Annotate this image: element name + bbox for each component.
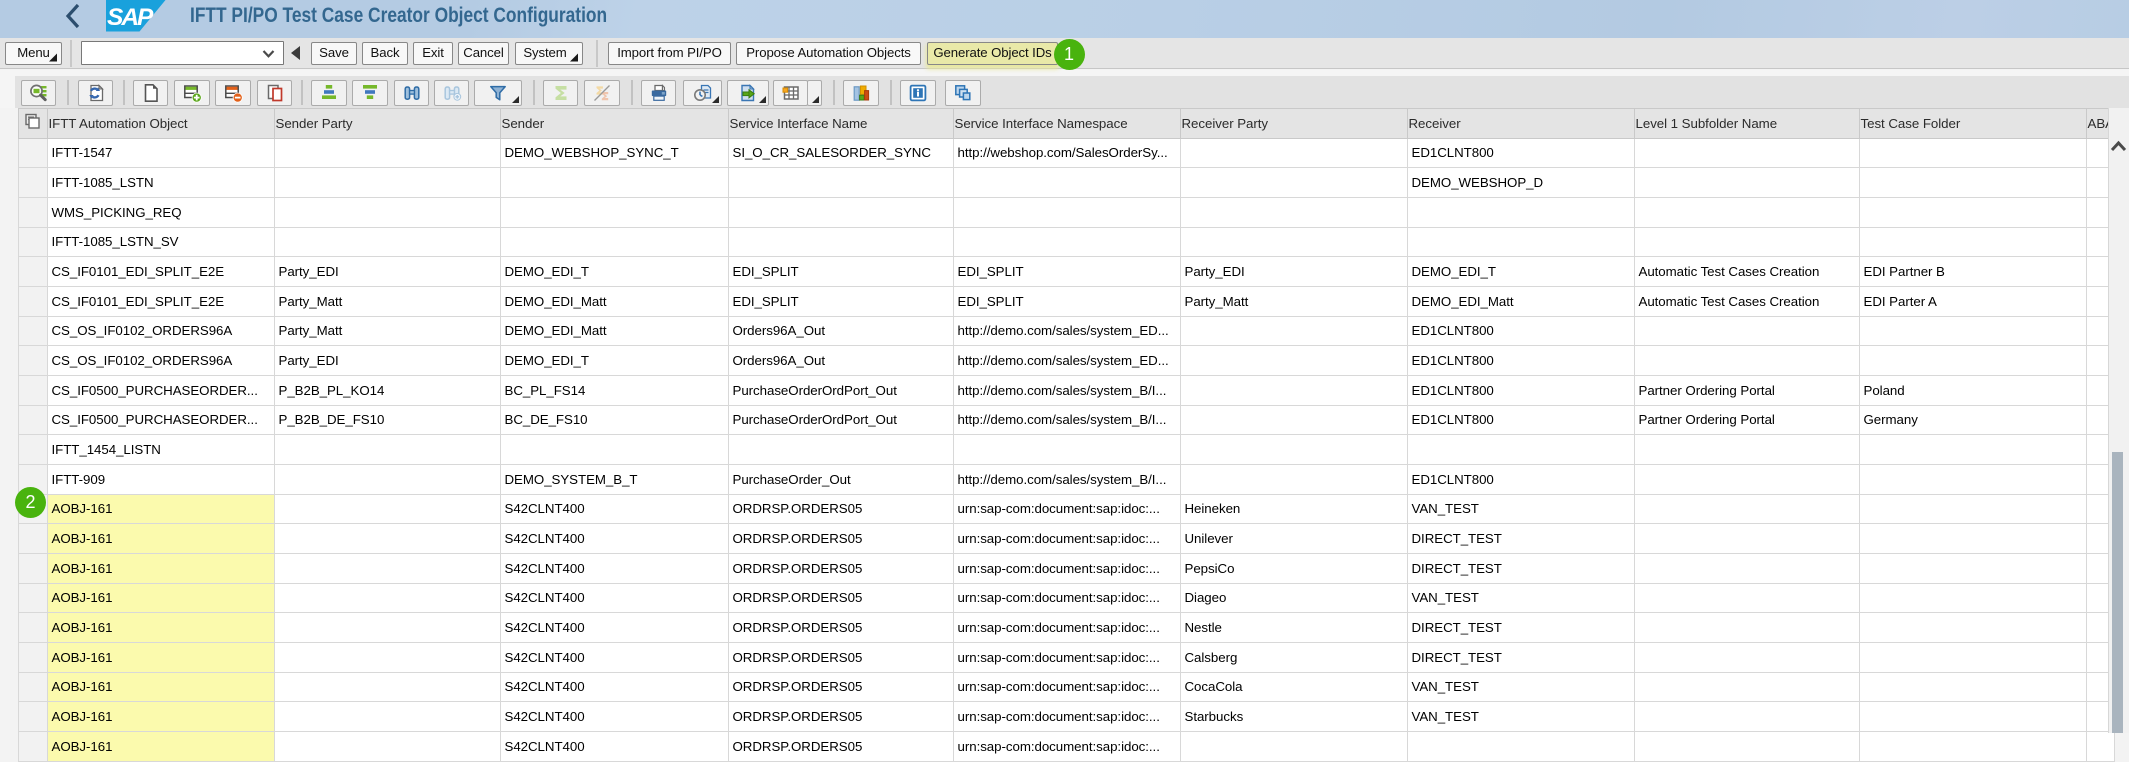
- svg-text:SAP: SAP: [107, 4, 154, 31]
